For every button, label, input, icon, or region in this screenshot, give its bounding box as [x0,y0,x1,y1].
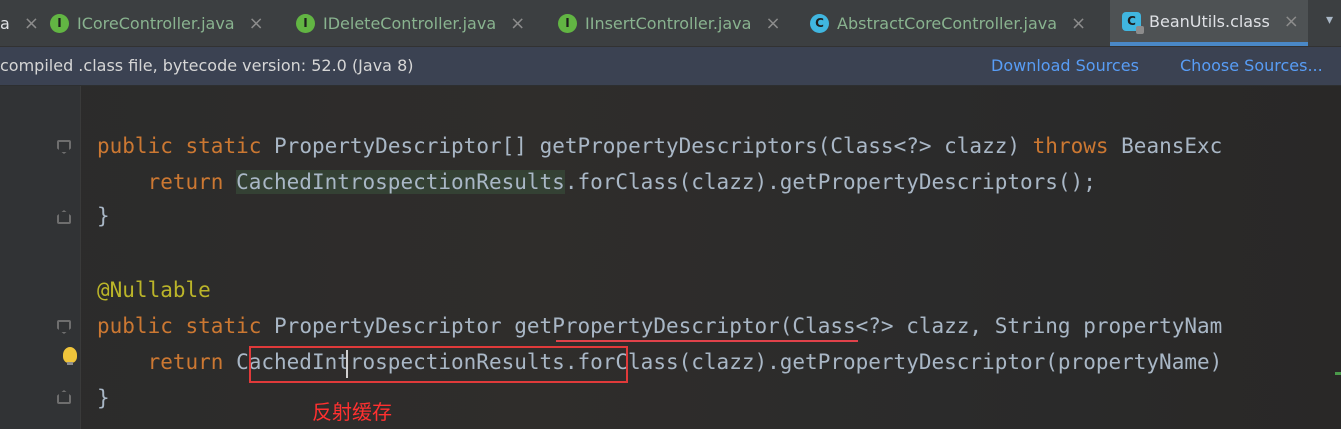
tab-label: IDeleteController.java [323,13,497,33]
close-icon[interactable]: × [249,13,264,34]
notice-text: compiled .class file, bytecode version: … [0,56,414,75]
tab-label: BeanUtils.class [1149,11,1270,31]
code-rest: BeansExc [1108,134,1223,158]
tab-label: a [0,13,10,33]
interface-icon: I [50,13,69,33]
class-file-icon: C [1122,11,1144,34]
params: (Class<?> clazz) [817,134,1033,158]
closing-brace: } [97,386,110,410]
type-name: PropertyDescriptor [274,314,502,338]
keyword: public [97,314,173,338]
close-icon[interactable]: × [1284,11,1299,32]
tab-icorecontroller[interactable]: I ICoreController.java × [50,0,285,46]
tab-label: ICoreController.java [77,13,235,33]
gutter-separator [80,86,81,429]
annotation: @Nullable [97,278,211,302]
annotation-label: 反射缓存 [312,400,392,424]
red-underline [556,340,858,342]
red-highlight-box [249,346,628,383]
tab-beanutils-class[interactable]: C BeanUtils.class × [1110,0,1308,46]
download-sources-link[interactable]: Download Sources [991,56,1139,75]
code-line-1: public static PropertyDescriptor[] getPr… [97,131,1222,161]
keyword: static [185,134,262,158]
keyword: static [185,314,262,338]
keyword: public [97,134,173,158]
method-name: getPropertyDescriptor [514,314,780,338]
tab-partial[interactable]: a × [0,0,39,46]
interface-icon: I [558,13,577,33]
tab-abstractcorecontroller[interactable]: C AbstractCoreController.java × [810,0,1105,46]
code-line-5: public static PropertyDescriptor getProp… [97,311,1222,341]
close-icon[interactable]: × [510,13,525,34]
keyword: return [147,170,224,194]
params: (Class<?> clazz, String propertyNam [779,314,1223,338]
editor-gutter [0,86,80,429]
code-rest: .forClass(clazz).getPropertyDescriptors(… [564,170,1096,194]
keyword: throws [1032,134,1109,158]
code-rest: .forClass(clazz).getPropertyDescriptor(p… [564,350,1223,374]
lightbulb-icon[interactable] [63,347,77,365]
tab-iinsertcontroller[interactable]: I IInsertController.java × [558,0,802,46]
choose-sources-link[interactable]: Choose Sources... [1180,56,1323,75]
type-name: CachedIntrospectionResults [236,170,565,194]
code-editor[interactable]: public static PropertyDescriptor[] getPr… [0,86,1341,429]
close-icon[interactable]: × [1071,13,1086,34]
close-icon[interactable]: × [765,13,780,34]
class-icon: C [810,13,829,33]
code-line-7: } [97,383,110,413]
type-name: PropertyDescriptor[] [274,134,527,158]
interface-icon: I [296,13,315,33]
tab-ideletecontroller[interactable]: I IDeleteController.java × [296,0,548,46]
change-marker [1335,372,1341,375]
editor-tab-bar: a × I ICoreController.java × I IDeleteCo… [0,0,1341,47]
code-line-4: @Nullable [97,275,211,305]
code-line-3: } [97,201,110,231]
method-name: getPropertyDescriptors [539,134,818,158]
decompiled-notice-bar: compiled .class file, bytecode version: … [0,47,1341,86]
closing-brace: } [97,204,110,228]
text-caret [346,350,348,378]
code-line-2: return CachedIntrospectionResults.forCla… [97,167,1096,197]
tab-label: AbstractCoreController.java [837,13,1058,33]
keyword: return [147,350,224,374]
tabs-dropdown-icon[interactable]: ▾ [1326,12,1333,28]
close-icon[interactable]: × [24,13,39,34]
tab-label: IInsertController.java [585,13,752,33]
